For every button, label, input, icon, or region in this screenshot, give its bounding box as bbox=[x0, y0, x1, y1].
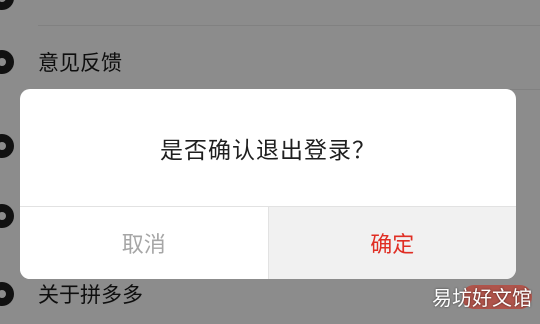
dialog-actions: 取消 确定 bbox=[20, 206, 516, 279]
app-screen: 意见反馈 关于拼多多 是否确认退出登录？ 取消 确定 易坊好文馆 bbox=[0, 0, 540, 324]
watermark: 易坊好文馆 bbox=[432, 282, 532, 312]
watermark-text: 易坊好文馆 bbox=[432, 286, 532, 310]
dialog-message: 是否确认退出登录？ bbox=[160, 137, 376, 164]
confirm-button[interactable]: 确定 bbox=[268, 207, 516, 279]
cancel-button[interactable]: 取消 bbox=[20, 207, 269, 279]
logout-confirm-dialog: 是否确认退出登录？ 取消 确定 bbox=[20, 89, 516, 279]
